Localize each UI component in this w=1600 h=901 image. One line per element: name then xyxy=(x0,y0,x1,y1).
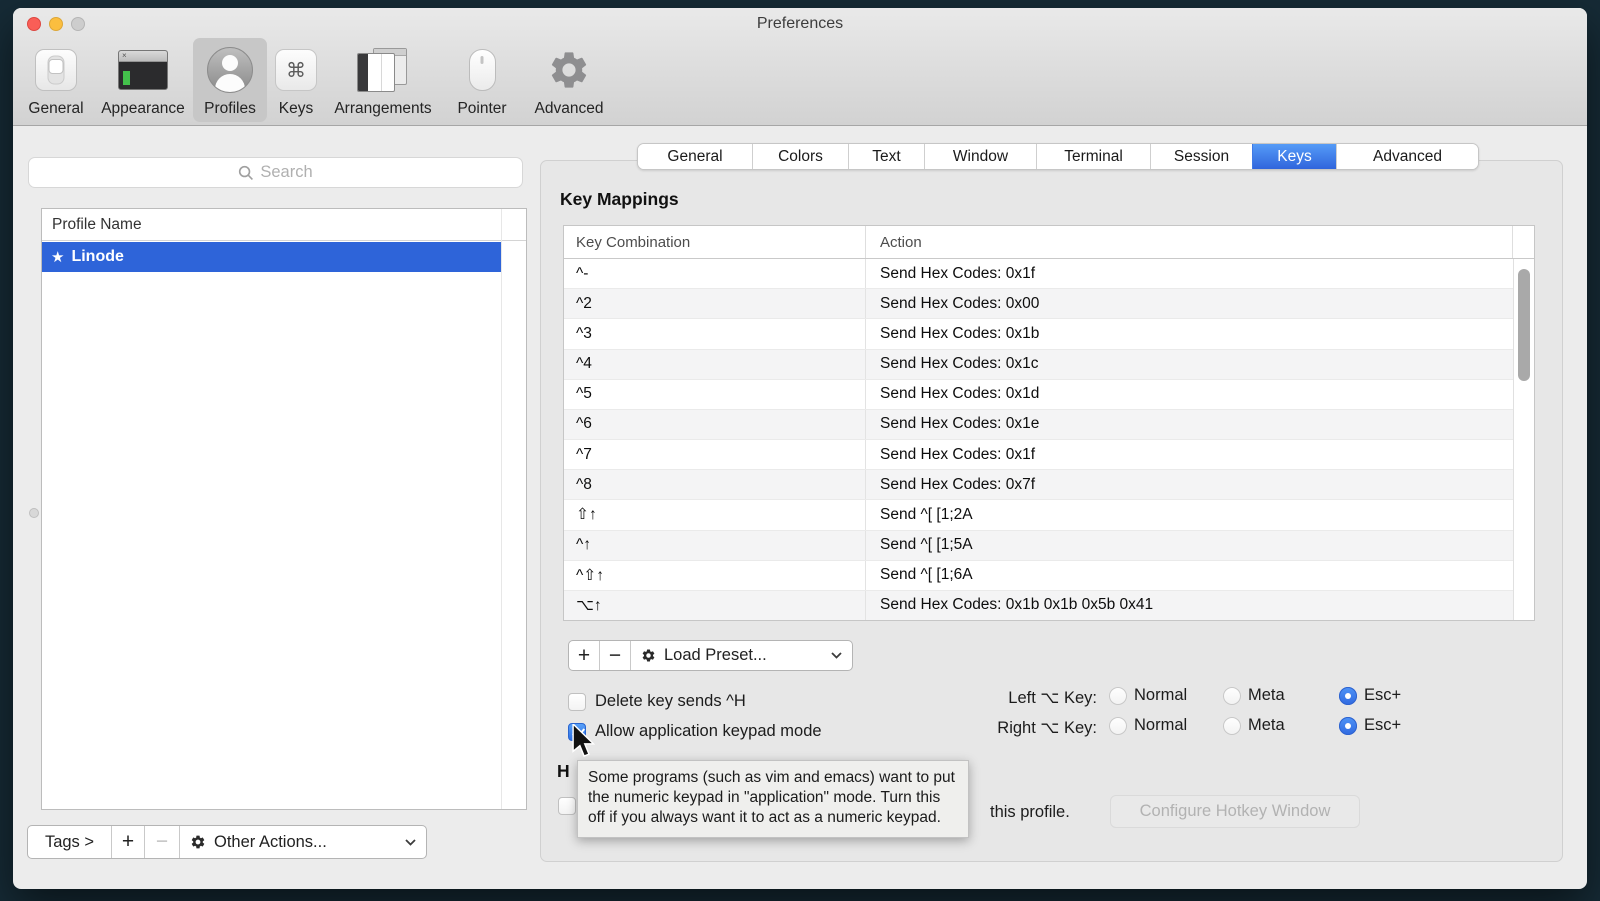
hotkey-profile-text: this profile. xyxy=(990,803,1070,822)
mouse-icon xyxy=(469,49,496,91)
table-row[interactable]: ^↑Send ^[ [1;5A xyxy=(564,531,1534,561)
profile-list: Profile Name ★ Linode xyxy=(41,208,527,810)
right-option-normal-radio[interactable]: Normal xyxy=(1109,716,1187,735)
right-option-meta-radio[interactable]: Meta xyxy=(1223,716,1285,735)
table-row[interactable]: ^4Send Hex Codes: 0x1c xyxy=(564,350,1534,380)
add-mapping-button[interactable]: + xyxy=(569,641,599,670)
person-icon xyxy=(207,47,253,93)
star-icon: ★ xyxy=(51,248,64,266)
terminal-window-icon xyxy=(118,50,168,90)
table-row[interactable]: ⇧↑Send ^[ [1;2A xyxy=(564,500,1534,530)
gear-icon xyxy=(641,648,656,663)
command-key-icon: ⌘ xyxy=(275,49,317,91)
chevron-down-icon xyxy=(831,652,842,659)
right-option-key-label: Right ⌥ Key: xyxy=(957,718,1097,738)
profile-row-linode[interactable]: ★ Linode xyxy=(42,242,501,272)
table-body: ^-Send Hex Codes: 0x1f ^2Send Hex Codes:… xyxy=(564,259,1534,620)
right-option-esc-radio[interactable]: Esc+ xyxy=(1339,716,1401,735)
toolbar-item-general[interactable]: General xyxy=(19,38,93,122)
profile-tabs: General Colors Text Window Terminal Sess… xyxy=(637,143,1479,170)
toolbar-item-pointer[interactable]: Pointer xyxy=(441,38,523,122)
title-bar: Preferences General Appearance Profiles … xyxy=(13,8,1587,126)
search-input[interactable]: Search xyxy=(28,157,523,188)
preferences-toolbar: General Appearance Profiles ⌘ Keys Arran… xyxy=(19,38,615,122)
keypad-mode-tooltip: Some programs (such as vim and emacs) wa… xyxy=(577,760,969,838)
table-row[interactable]: ⌥↑Send Hex Codes: 0x1b 0x1b 0x5b 0x41 xyxy=(564,591,1534,620)
window-title: Preferences xyxy=(13,15,1587,33)
mouse-cursor-icon xyxy=(569,724,595,763)
profile-list-header: Profile Name xyxy=(42,209,526,241)
profile-name: Linode xyxy=(71,248,123,266)
tab-colors[interactable]: Colors xyxy=(752,144,848,169)
left-option-esc-radio[interactable]: Esc+ xyxy=(1339,686,1401,705)
tags-button[interactable]: Tags > xyxy=(28,826,111,858)
toggle-switch-icon xyxy=(35,49,77,91)
table-row[interactable]: ^3Send Hex Codes: 0x1b xyxy=(564,319,1534,349)
remove-mapping-button[interactable]: − xyxy=(599,641,630,670)
tab-terminal[interactable]: Terminal xyxy=(1036,144,1150,169)
hotkey-heading-partial: H xyxy=(557,761,570,782)
table-row[interactable]: ^-Send Hex Codes: 0x1f xyxy=(564,259,1534,289)
left-option-normal-radio[interactable]: Normal xyxy=(1109,686,1187,705)
toolbar-item-keys[interactable]: ⌘ Keys xyxy=(267,38,325,122)
gear-icon xyxy=(547,44,591,96)
tab-keys[interactable]: Keys xyxy=(1252,144,1336,169)
tab-window[interactable]: Window xyxy=(924,144,1036,169)
table-row[interactable]: ^⇧↑Send ^[ [1;6A xyxy=(564,561,1534,591)
table-row[interactable]: ^6Send Hex Codes: 0x1e xyxy=(564,410,1534,440)
key-mappings-table: Key Combination Action ^-Send Hex Codes:… xyxy=(563,225,1535,621)
profile-actions-bar: Tags > + − Other Actions... xyxy=(27,825,427,859)
toolbar-item-arrangements[interactable]: Arrangements xyxy=(325,38,441,122)
tab-general[interactable]: General xyxy=(638,144,752,169)
scrollbar-thumb[interactable] xyxy=(1518,269,1530,381)
search-icon xyxy=(238,165,254,181)
other-actions-dropdown[interactable]: Other Actions... xyxy=(179,826,426,858)
load-preset-dropdown[interactable]: Load Preset... xyxy=(630,641,852,670)
tab-session[interactable]: Session xyxy=(1150,144,1252,169)
left-option-meta-radio[interactable]: Meta xyxy=(1223,686,1285,705)
desktop-background: Preferences General Appearance Profiles … xyxy=(0,0,1600,901)
table-row[interactable]: ^5Send Hex Codes: 0x1d xyxy=(564,380,1534,410)
hotkey-checkbox[interactable] xyxy=(558,797,576,815)
tab-advanced[interactable]: Advanced xyxy=(1336,144,1478,169)
toolbar-item-profiles[interactable]: Profiles xyxy=(193,38,267,122)
keypad-mode-option: Allow application keypad mode xyxy=(568,722,822,741)
search-placeholder: Search xyxy=(260,163,312,182)
remove-profile-button[interactable]: − xyxy=(144,826,179,858)
gear-icon xyxy=(190,834,206,850)
toolbar-item-advanced[interactable]: Advanced xyxy=(523,38,615,122)
delete-key-checkbox[interactable] xyxy=(568,693,586,711)
configure-hotkey-window-button[interactable]: Configure Hotkey Window xyxy=(1110,795,1360,828)
table-row[interactable]: ^7Send Hex Codes: 0x1f xyxy=(564,440,1534,470)
stacked-windows-icon xyxy=(357,48,409,92)
table-header: Key Combination Action xyxy=(564,226,1534,259)
chevron-down-icon xyxy=(405,839,416,846)
column-divider xyxy=(501,209,502,809)
column-action: Action xyxy=(866,226,1513,258)
preferences-window: Preferences General Appearance Profiles … xyxy=(13,8,1587,889)
key-mapping-actions-bar: + − Load Preset... xyxy=(568,640,853,671)
delete-key-option: Delete key sends ^H xyxy=(568,692,746,711)
table-row[interactable]: ^2Send Hex Codes: 0x00 xyxy=(564,289,1534,319)
key-mappings-heading: Key Mappings xyxy=(560,189,679,210)
toolbar-item-appearance[interactable]: Appearance xyxy=(93,38,193,122)
tab-text[interactable]: Text xyxy=(848,144,924,169)
add-profile-button[interactable]: + xyxy=(111,826,144,858)
pane-splitter-handle[interactable] xyxy=(29,508,39,518)
left-option-key-label: Left ⌥ Key: xyxy=(957,688,1097,708)
column-key-combination: Key Combination xyxy=(564,226,866,258)
table-row[interactable]: ^8Send Hex Codes: 0x7f xyxy=(564,470,1534,500)
